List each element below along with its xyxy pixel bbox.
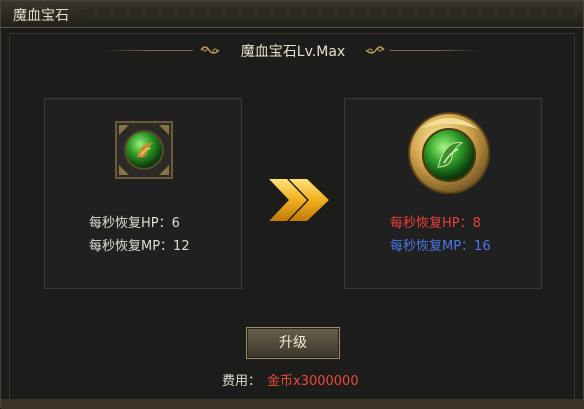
- next-hp-regen: 每秒恢复HP：8: [390, 216, 481, 231]
- item-title: 魔血宝石Lv.Max: [240, 44, 346, 60]
- cost-label: 费用：: [222, 374, 262, 389]
- gem-upgrade-window: 魔血宝石 魔血宝石Lv.Max 每秒恢复HP：6 每秒恢复MP：12 每秒恢复H…: [0, 0, 584, 409]
- upgrade-button[interactable]: 升级: [246, 327, 340, 359]
- green-gem-gold-medallion-icon[interactable]: [406, 109, 492, 195]
- current-hp-regen: 每秒恢复HP：6: [89, 216, 180, 231]
- double-chevron-right-icon: [267, 175, 331, 225]
- current-mp-regen: 每秒恢复MP：12: [89, 239, 190, 254]
- title-bar-pattern: [81, 9, 577, 19]
- window-title: 魔血宝石: [13, 8, 69, 24]
- cost-value: 金币x3000000: [267, 374, 359, 389]
- green-gem-square-icon[interactable]: [115, 121, 173, 179]
- title-bar[interactable]: 魔血宝石: [1, 1, 583, 28]
- next-mp-regen: 每秒恢复MP：16: [390, 239, 491, 254]
